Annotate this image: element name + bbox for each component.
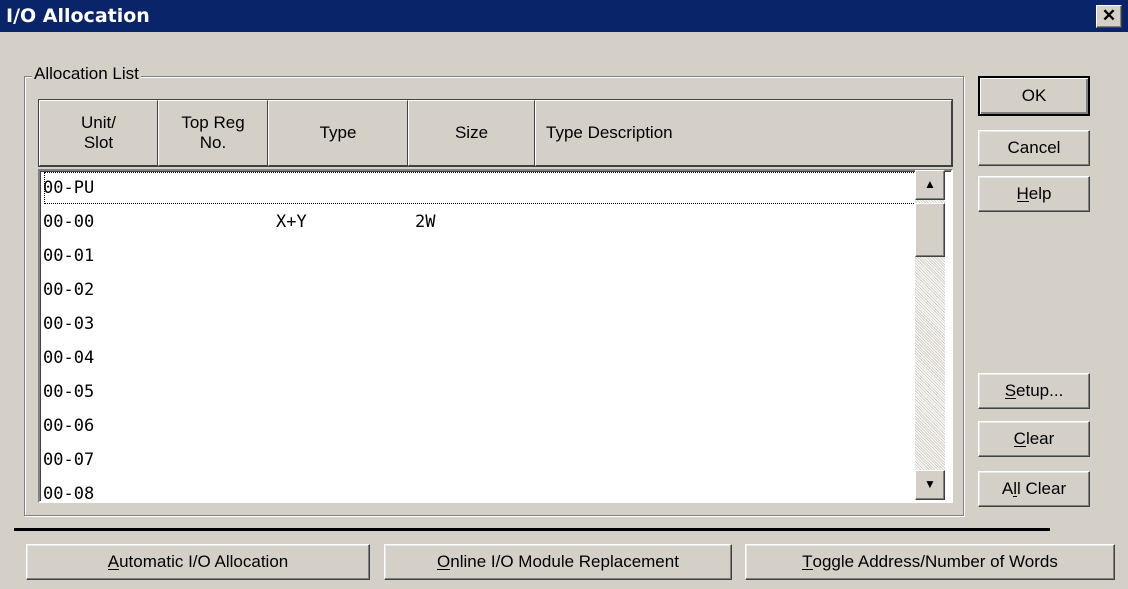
automatic-io-allocation-button[interactable]: Automatic I/O Allocation <box>26 544 370 580</box>
list-item[interactable]: 00-05 <box>43 375 919 409</box>
cell-slot: 00-02 <box>43 280 95 300</box>
col-header-unit-slot[interactable]: Unit/ Slot <box>39 100 158 166</box>
window-title: I/O Allocation <box>6 5 150 27</box>
col-header-type-description[interactable]: Type Description <box>535 100 952 166</box>
scroll-up-icon[interactable]: ▲ <box>915 170 945 200</box>
help-button[interactable]: Help <box>978 176 1090 212</box>
scroll-down-icon[interactable]: ▼ <box>915 470 945 500</box>
cell-slot: 00-01 <box>43 246 95 266</box>
scroll-thumb[interactable] <box>915 203 945 257</box>
cell-slot: 00-06 <box>43 416 95 436</box>
list-item[interactable]: 00-00 X+Y 2W <box>43 205 919 239</box>
column-header: Unit/ Slot Top Reg No. Type Size Type De… <box>38 99 953 167</box>
allocation-list[interactable]: 00-PU 00-00 X+Y 2W 00-01 00-02 00-03 00-04 00-05… <box>38 169 953 503</box>
cell-slot: 00-PU <box>43 178 95 198</box>
cell-slot: 00-08 <box>43 484 95 503</box>
group-label: Allocation List <box>32 64 141 84</box>
access-key: l <box>1013 479 1017 498</box>
close-icon[interactable]: ✕ <box>1096 5 1122 28</box>
col-header-type[interactable]: Type <box>268 100 408 166</box>
access-key: S <box>1004 381 1017 400</box>
ok-button[interactable]: OK <box>978 76 1090 116</box>
cell-slot: 00-07 <box>43 450 95 470</box>
cell-slot: 00-00 <box>43 212 95 232</box>
toggle-address-button[interactable]: Toggle Address/Number of Words <box>745 544 1115 580</box>
access-key: H <box>1016 184 1029 203</box>
list-item[interactable]: 00-02 <box>43 273 919 307</box>
col-header-top-reg[interactable]: Top Reg No. <box>158 100 268 166</box>
list-item[interactable]: 00-08 <box>43 477 919 503</box>
all-clear-button[interactable]: All Clear <box>978 471 1090 507</box>
list-item[interactable]: 00-07 <box>43 443 919 477</box>
access-key: A <box>107 552 120 571</box>
setup-button[interactable]: Setup... <box>978 373 1090 409</box>
cancel-button[interactable]: Cancel <box>978 130 1090 166</box>
vertical-scrollbar[interactable]: ▲ ▼ <box>915 170 945 500</box>
cell-size: 2W <box>415 212 436 232</box>
cell-slot: 00-04 <box>43 348 95 368</box>
access-key: O <box>437 552 451 571</box>
list-item[interactable]: 00-04 <box>43 341 919 375</box>
cell-slot: 00-05 <box>43 382 95 402</box>
clear-button[interactable]: Clear <box>978 421 1090 457</box>
list-item[interactable]: 00-01 <box>43 239 919 273</box>
online-io-module-replacement-button[interactable]: Online I/O Module Replacement <box>384 544 732 580</box>
col-header-size[interactable]: Size <box>408 100 535 166</box>
list-item[interactable]: 00-06 <box>43 409 919 443</box>
list-item[interactable]: 00-03 <box>43 307 919 341</box>
access-key: T <box>802 552 813 571</box>
separator <box>14 528 1050 531</box>
access-key: C <box>1013 429 1026 448</box>
cell-slot: 00-03 <box>43 314 95 334</box>
list-item[interactable]: 00-PU <box>43 171 919 205</box>
cell-type: X+Y <box>276 212 307 232</box>
title-bar: I/O Allocation ✕ <box>0 0 1128 32</box>
